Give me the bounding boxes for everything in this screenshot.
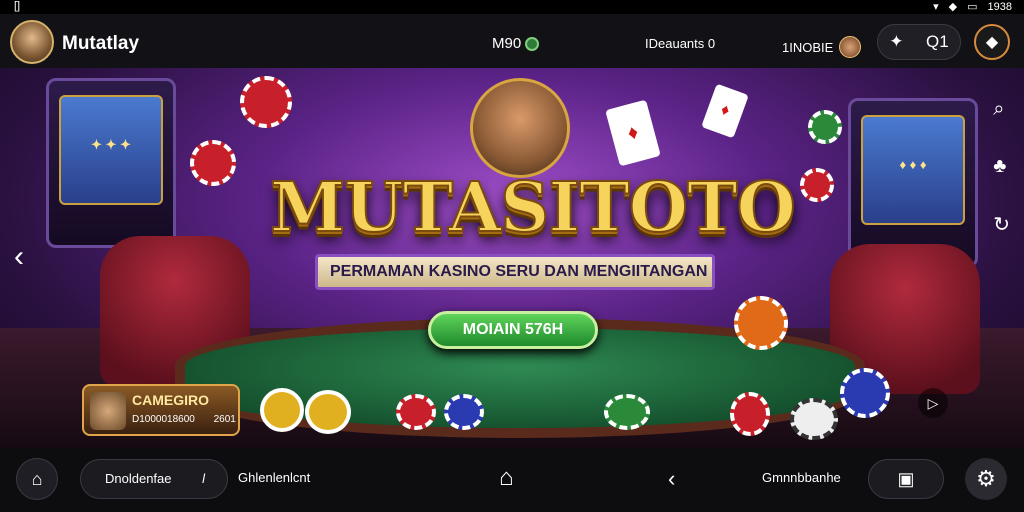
promo-card[interactable]: CAMEGIRO D1000018600 2601 <box>82 384 240 436</box>
status-bar: [] ▾ ◆ ▭ 1938 <box>0 0 1024 14</box>
nav-back-icon[interactable]: ‹ <box>668 466 675 492</box>
slot-machine-left: ✦ ✦ ✦ <box>46 78 176 248</box>
user-avatar[interactable] <box>10 20 54 64</box>
search-value: Dnoldenfae <box>105 471 172 486</box>
shop-button[interactable]: ▣ <box>868 459 944 499</box>
promo-value: 2601 <box>213 414 236 425</box>
coin-balance[interactable]: M90 <box>492 35 540 52</box>
gem-icon <box>525 36 540 51</box>
notification-label[interactable]: Ghlenlenlcnt <box>238 470 310 485</box>
brand-logo-icon: ◆ <box>985 34 999 51</box>
chip-stack-icon <box>730 392 770 436</box>
chip-stack-icon <box>305 390 351 434</box>
profile-name: 1INOBIE <box>782 39 834 55</box>
chip-stack-icon <box>396 394 436 430</box>
profile-avatar <box>839 36 862 58</box>
deposits-label[interactable]: IDeauants 0 <box>645 36 715 51</box>
chip-stack-icon <box>790 398 838 440</box>
mascot-image <box>470 78 570 178</box>
promo-code: D1000018600 <box>132 414 195 425</box>
search-icon[interactable]: ⌕ <box>993 98 1010 121</box>
profile-link[interactable]: 1INOBIE <box>782 36 862 58</box>
playing-card-icon: ♦ <box>605 99 661 167</box>
slot-screen-left: ✦ ✦ ✦ <box>91 137 131 152</box>
app-name: Mutatlay <box>62 33 140 54</box>
chip-stack-icon <box>260 388 304 432</box>
bottom-bar: ⌂ Dnoldenfae l Ghlenlenlcnt ⌂ ‹ Gmnnbban… <box>0 448 1024 512</box>
play-icon[interactable]: ▷ <box>918 388 948 418</box>
favorites-count: Q1 <box>926 32 949 51</box>
chip-stack-icon <box>444 394 484 430</box>
chip-icon <box>800 168 834 202</box>
nav-home-icon[interactable]: ⌂ <box>499 464 514 492</box>
club-icon[interactable]: ♣ <box>993 155 1010 178</box>
promo-avatar <box>90 392 126 430</box>
chip-icon <box>190 140 236 186</box>
games-label[interactable]: Gmnnbbanhe <box>762 470 841 485</box>
chip-icon <box>240 76 292 128</box>
wifi-icon: ◆ <box>948 1 958 13</box>
star-icon: ✦ <box>889 32 904 51</box>
banner-title: MUTASITOTO <box>269 167 797 249</box>
favorites-pill[interactable]: ✦ Q1 <box>877 24 961 60</box>
battery-icon: ▭ <box>967 1 978 13</box>
search-cursor: l <box>202 471 205 486</box>
chevron-left-icon[interactable]: ‹ <box>14 240 24 274</box>
chip-stack-icon <box>604 394 650 430</box>
signal-icon: ▾ <box>933 1 939 13</box>
status-left: [] <box>14 0 21 12</box>
gear-icon: ⚙ <box>976 466 996 491</box>
brand-logo-button[interactable]: ◆ <box>974 24 1010 60</box>
settings-button[interactable]: ⚙ <box>965 458 1007 500</box>
playing-card-icon: ♦ <box>701 83 749 139</box>
coin-value: M90 <box>492 35 522 52</box>
shop-icon: ▣ <box>897 469 915 489</box>
slot-machine-right: ♦ ♦ ♦ <box>848 98 978 268</box>
slot-screen-right: ♦ ♦ ♦ <box>899 157 927 172</box>
chip-icon <box>808 110 842 144</box>
hero-banner[interactable]: ✦ ✦ ✦ ♦ ♦ ♦ ♦ ♦ MUTASITOTO PERMAMAN KASI… <box>0 68 1024 448</box>
home-button[interactable]: ⌂ <box>16 458 58 500</box>
banner-subtitle: PERMAMAN KASINO SERU DAN MENGIITANGAN <box>315 254 715 290</box>
home-icon: ⌂ <box>31 468 43 489</box>
side-toolbar: ⌕ ♣ ↻ <box>993 98 1010 237</box>
status-time: 1938 <box>987 0 1012 13</box>
banner-title-box: MUTASITOTO PERMAMAN KASINO SERU DAN MENG… <box>269 167 797 290</box>
promo-title: CAMEGIRO <box>132 392 209 408</box>
search-input[interactable]: Dnoldenfae l <box>80 459 228 499</box>
play-now-button[interactable]: MOIAIN 576H <box>428 311 598 349</box>
top-bar: Mutatlay M90 IDeauants 0 1INOBIE ✦ Q1 ◆ <box>0 14 1024 68</box>
chip-icon <box>840 368 890 418</box>
refresh-icon[interactable]: ↻ <box>993 212 1010 237</box>
chip-icon <box>734 296 788 350</box>
